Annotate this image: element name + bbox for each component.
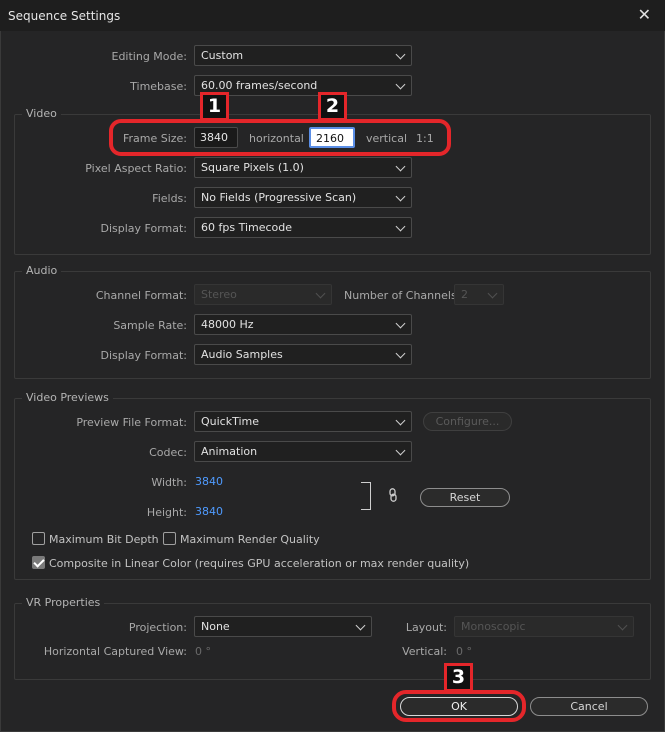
channel-format-dropdown: Stereo — [194, 284, 332, 305]
layout-label: Layout: — [405, 621, 447, 634]
fields-value: No Fields (Progressive Scan) — [201, 191, 357, 204]
vr-properties-section-title: VR Properties — [22, 596, 105, 609]
number-of-channels-label: Number of Channels: — [344, 289, 461, 302]
chevron-down-icon — [355, 620, 366, 631]
channel-format-value: Stereo — [201, 288, 237, 301]
chevron-down-icon — [395, 415, 406, 426]
close-icon[interactable]: ✕ — [638, 6, 651, 24]
max-bit-depth-checkbox[interactable] — [32, 532, 45, 545]
composite-linear-label[interactable]: Composite in Linear Color (requires GPU … — [49, 557, 469, 570]
chevron-down-icon — [395, 191, 406, 202]
preview-file-format-label: Preview File Format: — [76, 416, 187, 429]
editing-mode-value: Custom — [201, 49, 244, 62]
video-section-title: Video — [22, 107, 61, 120]
audio-display-format-label: Display Format: — [100, 349, 187, 362]
chevron-down-icon — [395, 161, 406, 172]
cancel-button[interactable]: Cancel — [530, 697, 648, 716]
sample-rate-label: Sample Rate: — [113, 319, 187, 332]
chevron-down-icon — [395, 221, 406, 232]
audio-section-title: Audio — [22, 264, 62, 277]
max-render-quality-checkbox[interactable] — [163, 532, 176, 545]
layout-value: Monoscopic — [461, 620, 526, 633]
fields-dropdown[interactable]: No Fields (Progressive Scan) — [194, 187, 412, 208]
chevron-down-icon — [315, 288, 326, 299]
title-bar: Sequence Settings ✕ — [0, 0, 665, 31]
height-label: Height: — [146, 506, 187, 519]
callout-badge-1: 1 — [200, 92, 229, 121]
ok-button-highlight — [392, 690, 526, 722]
timebase-value: 60.00 frames/second — [201, 79, 318, 92]
video-display-format-label: Display Format: — [100, 222, 187, 235]
sample-rate-dropdown[interactable]: 48000 Hz — [194, 314, 412, 335]
pixel-aspect-ratio-value: Square Pixels (1.0) — [201, 161, 304, 174]
vr-vertical-value: 0 ° — [456, 645, 472, 658]
chevron-down-icon — [395, 318, 406, 329]
vr-properties-section — [14, 603, 651, 680]
editing-mode-label: Editing Mode: — [111, 50, 188, 63]
callout-badge-2: 2 — [318, 92, 347, 121]
preview-file-format-value: QuickTime — [201, 415, 260, 428]
sample-rate-value: 48000 Hz — [201, 318, 254, 331]
projection-label: Projection: — [128, 621, 187, 634]
link-bracket — [361, 482, 371, 510]
max-render-quality-label[interactable]: Maximum Render Quality — [180, 533, 320, 546]
vr-vertical-label: Vertical: — [402, 645, 447, 658]
fields-label: Fields: — [152, 192, 187, 205]
configure-button: Configure... — [423, 412, 512, 431]
composite-linear-checkbox[interactable] — [32, 556, 45, 569]
chevron-down-icon — [617, 620, 628, 631]
video-display-format-value: 60 fps Timecode — [201, 221, 293, 234]
video-previews-section-title: Video Previews — [22, 391, 113, 404]
codec-label: Codec: — [149, 446, 187, 459]
max-bit-depth-label[interactable]: Maximum Bit Depth — [49, 533, 159, 546]
window-title: Sequence Settings — [8, 9, 121, 23]
chevron-down-icon — [395, 445, 406, 456]
preview-height-value[interactable]: 3840 — [195, 505, 223, 518]
chevron-down-icon — [395, 49, 406, 60]
editing-mode-dropdown[interactable]: Custom — [194, 45, 412, 66]
layout-dropdown: Monoscopic — [454, 616, 634, 637]
audio-display-format-value: Audio Samples — [201, 348, 283, 361]
timebase-label: Timebase: — [130, 80, 187, 93]
chevron-down-icon — [395, 348, 406, 359]
callout-badge-3: 3 — [444, 663, 473, 692]
reset-button[interactable]: Reset — [420, 488, 510, 507]
pixel-aspect-ratio-label: Pixel Aspect Ratio: — [85, 162, 187, 175]
chevron-down-icon — [487, 288, 498, 299]
projection-value: None — [201, 620, 230, 633]
horizontal-captured-view-label: Horizontal Captured View: — [43, 645, 187, 658]
channel-format-label: Channel Format: — [95, 289, 187, 302]
projection-dropdown[interactable]: None — [194, 616, 372, 637]
codec-dropdown[interactable]: Animation — [194, 441, 412, 462]
video-display-format-dropdown[interactable]: 60 fps Timecode — [194, 217, 412, 238]
frame-size-highlight — [109, 119, 451, 156]
chevron-down-icon — [395, 79, 406, 90]
number-of-channels-dropdown: 2 — [454, 284, 504, 305]
number-of-channels-value: 2 — [461, 288, 468, 301]
codec-value: Animation — [201, 445, 258, 458]
audio-display-format-dropdown[interactable]: Audio Samples — [194, 344, 412, 365]
chain-link-icon[interactable] — [388, 488, 398, 505]
preview-width-value[interactable]: 3840 — [195, 475, 223, 488]
preview-file-format-dropdown[interactable]: QuickTime — [194, 411, 412, 432]
horizontal-captured-view-value: 0 ° — [195, 645, 211, 658]
width-label: Width: — [151, 476, 187, 489]
pixel-aspect-ratio-dropdown[interactable]: Square Pixels (1.0) — [194, 157, 412, 178]
